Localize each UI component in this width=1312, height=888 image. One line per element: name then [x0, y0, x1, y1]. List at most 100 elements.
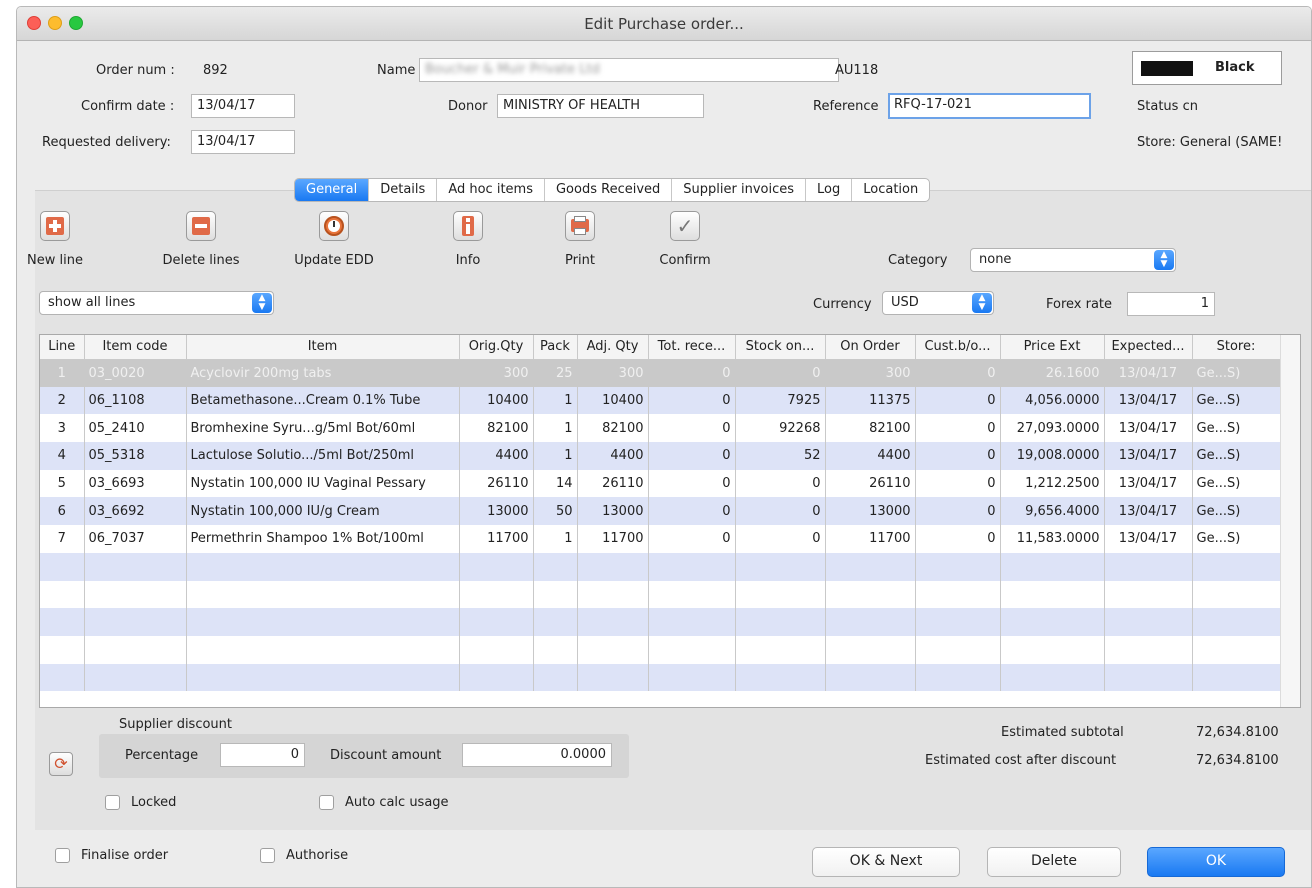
table-cell: Betamethasone...Cream 0.1% Tube — [186, 386, 460, 415]
column-header[interactable]: Price Ext — [1000, 335, 1105, 360]
forex-rate-label: Forex rate — [1046, 297, 1113, 312]
confirm-date-field[interactable]: 13/04/17 — [191, 94, 295, 118]
table-cell: Ge...S) — [1192, 469, 1281, 498]
column-header[interactable]: Expected... — [1104, 335, 1193, 360]
table-cell: 4 — [40, 442, 85, 470]
table-cell: 11375 — [825, 386, 916, 415]
table-cell — [915, 635, 1001, 664]
reference-field[interactable]: RFQ-17-021 — [888, 93, 1091, 119]
table-cell: 0 — [915, 442, 1001, 470]
column-header[interactable]: Line — [40, 335, 85, 360]
category-select[interactable]: none ▲ ▼ — [970, 248, 1176, 272]
table-cell: 1 — [533, 525, 578, 553]
confirm-date-label: Confirm date : — [81, 99, 175, 114]
tab-goods-received[interactable]: Goods Received — [545, 179, 673, 201]
column-header[interactable]: Item code — [84, 335, 187, 360]
table-row[interactable]: 4 05_5318 Lactulose Solutio.../5ml Bot/250… — [40, 442, 1281, 470]
new-line-button[interactable]: New line — [17, 211, 110, 268]
forex-rate-field[interactable]: 1 — [1127, 292, 1215, 316]
column-header[interactable]: Item — [186, 335, 460, 360]
empty-table-row[interactable] — [40, 608, 1281, 636]
auto-calc-usage-checkbox[interactable] — [319, 795, 334, 810]
reference-label: Reference — [813, 99, 879, 114]
show-lines-select[interactable]: show all lines ▲ ▼ — [39, 291, 274, 315]
tab-location[interactable]: Location — [852, 179, 929, 201]
table-cell: 4,056.0000 — [1000, 386, 1105, 415]
table-row[interactable]: 7 06_7037 Permethrin Shampoo 1% Bot/100ml 1… — [40, 525, 1281, 553]
locked-checkbox[interactable] — [105, 795, 120, 810]
name-label: Name — [377, 63, 416, 78]
currency-label: Currency — [813, 297, 872, 312]
empty-table-row[interactable] — [40, 580, 1281, 609]
print-button[interactable]: Print — [525, 211, 635, 268]
table-cell: 0 — [915, 525, 1001, 553]
column-header[interactable]: Store: — [1192, 335, 1281, 360]
order-lines-table: Line Item code Item Orig.Qty Pack Adj. Q… — [39, 334, 1301, 708]
table-cell: Permethrin Shampoo 1% Bot/100ml — [186, 525, 460, 553]
table-cell — [459, 635, 534, 664]
tab-ad-hoc-items[interactable]: Ad hoc items — [437, 179, 545, 201]
tab-general[interactable]: General — [295, 179, 370, 201]
tab-log[interactable]: Log — [806, 179, 853, 201]
requested-delivery-field[interactable]: 13/04/17 — [191, 130, 295, 154]
table-cell: 19,008.0000 — [1000, 442, 1105, 470]
column-header[interactable]: Orig.Qty — [459, 335, 534, 360]
column-header[interactable]: Cust.b/o... — [915, 335, 1001, 360]
column-header[interactable]: Adj. Qty — [577, 335, 649, 360]
table-cell — [1104, 635, 1193, 664]
table-cell — [533, 635, 578, 664]
table-cell: 26110 — [577, 469, 649, 498]
refresh-icon[interactable]: ⟳ — [49, 752, 73, 776]
column-header[interactable]: Pack — [533, 335, 578, 360]
table-cell: 13/04/17 — [1104, 414, 1193, 443]
info-button[interactable]: Info — [413, 211, 523, 268]
tab-details[interactable]: Details — [369, 179, 438, 201]
auto-calc-usage-label: Auto calc usage — [345, 795, 449, 810]
column-header[interactable]: Tot. rece... — [648, 335, 736, 360]
donor-field[interactable]: MINISTRY OF HEALTH — [497, 94, 704, 118]
column-header[interactable]: On Order — [825, 335, 916, 360]
table-row[interactable]: 5 03_6693 Nystatin 100,000 IU Vaginal Pess… — [40, 469, 1281, 498]
table-cell — [459, 580, 534, 609]
ok-and-next-button[interactable]: OK & Next — [812, 847, 960, 877]
color-selector[interactable]: Black — [1132, 51, 1282, 85]
empty-table-row[interactable] — [40, 663, 1281, 692]
table-cell — [825, 552, 916, 581]
empty-table-row[interactable] — [40, 552, 1281, 581]
table-cell: 25 — [533, 359, 578, 387]
table-cell: 11700 — [577, 525, 649, 553]
tab-supplier-invoices[interactable]: Supplier invoices — [672, 179, 807, 201]
table-cell — [84, 663, 187, 692]
table-cell — [533, 552, 578, 581]
empty-table-row[interactable] — [40, 635, 1281, 664]
finalise-order-checkbox[interactable] — [55, 848, 70, 863]
discount-amount-field[interactable]: 0.0000 — [462, 743, 612, 767]
update-edd-button[interactable]: Update EDD — [279, 211, 389, 268]
minus-icon — [186, 211, 216, 241]
authorise-checkbox[interactable] — [260, 848, 275, 863]
order-lines-grid: Line Item code Item Orig.Qty Pack Adj. Q… — [40, 335, 1281, 692]
table-cell: 0 — [915, 497, 1001, 526]
table-cell — [40, 552, 85, 581]
table-cell: Ge...S) — [1192, 525, 1281, 553]
currency-select[interactable]: USD ▲ ▼ — [882, 291, 994, 315]
table-cell: 7 — [40, 525, 85, 553]
table-cell: 7925 — [735, 386, 826, 415]
table-cell: 0 — [648, 497, 736, 526]
table-row[interactable]: 6 03_6692 Nystatin 100,000 IU/g Cream 13000… — [40, 497, 1281, 526]
ok-button[interactable]: OK — [1147, 847, 1285, 877]
table-cell: 82100 — [825, 414, 916, 443]
column-header[interactable]: Stock on... — [735, 335, 826, 360]
percentage-field[interactable]: 0 — [220, 743, 305, 767]
name-field[interactable]: Boucher & Muir Private Ltd — [419, 58, 839, 82]
table-row[interactable]: 2 06_1108 Betamethasone...Cream 0.1% Tube 1… — [40, 386, 1281, 415]
table-cell — [186, 580, 460, 609]
table-row[interactable]: 1 03_0020 Acyclovir 200mg tabs 300 25 300 0 0 30… — [40, 359, 1281, 387]
table-scrollbar[interactable] — [1280, 335, 1300, 707]
table-cell: 0 — [915, 386, 1001, 415]
delete-button[interactable]: Delete — [987, 847, 1121, 877]
table-cell: 0 — [735, 525, 826, 553]
table-row[interactable]: 3 05_2410 Bromhexine Syru...g/5ml Bot/60ml… — [40, 414, 1281, 443]
delete-lines-button[interactable]: Delete lines — [146, 211, 256, 268]
confirm-button[interactable]: ✓ Confirm — [630, 211, 740, 268]
